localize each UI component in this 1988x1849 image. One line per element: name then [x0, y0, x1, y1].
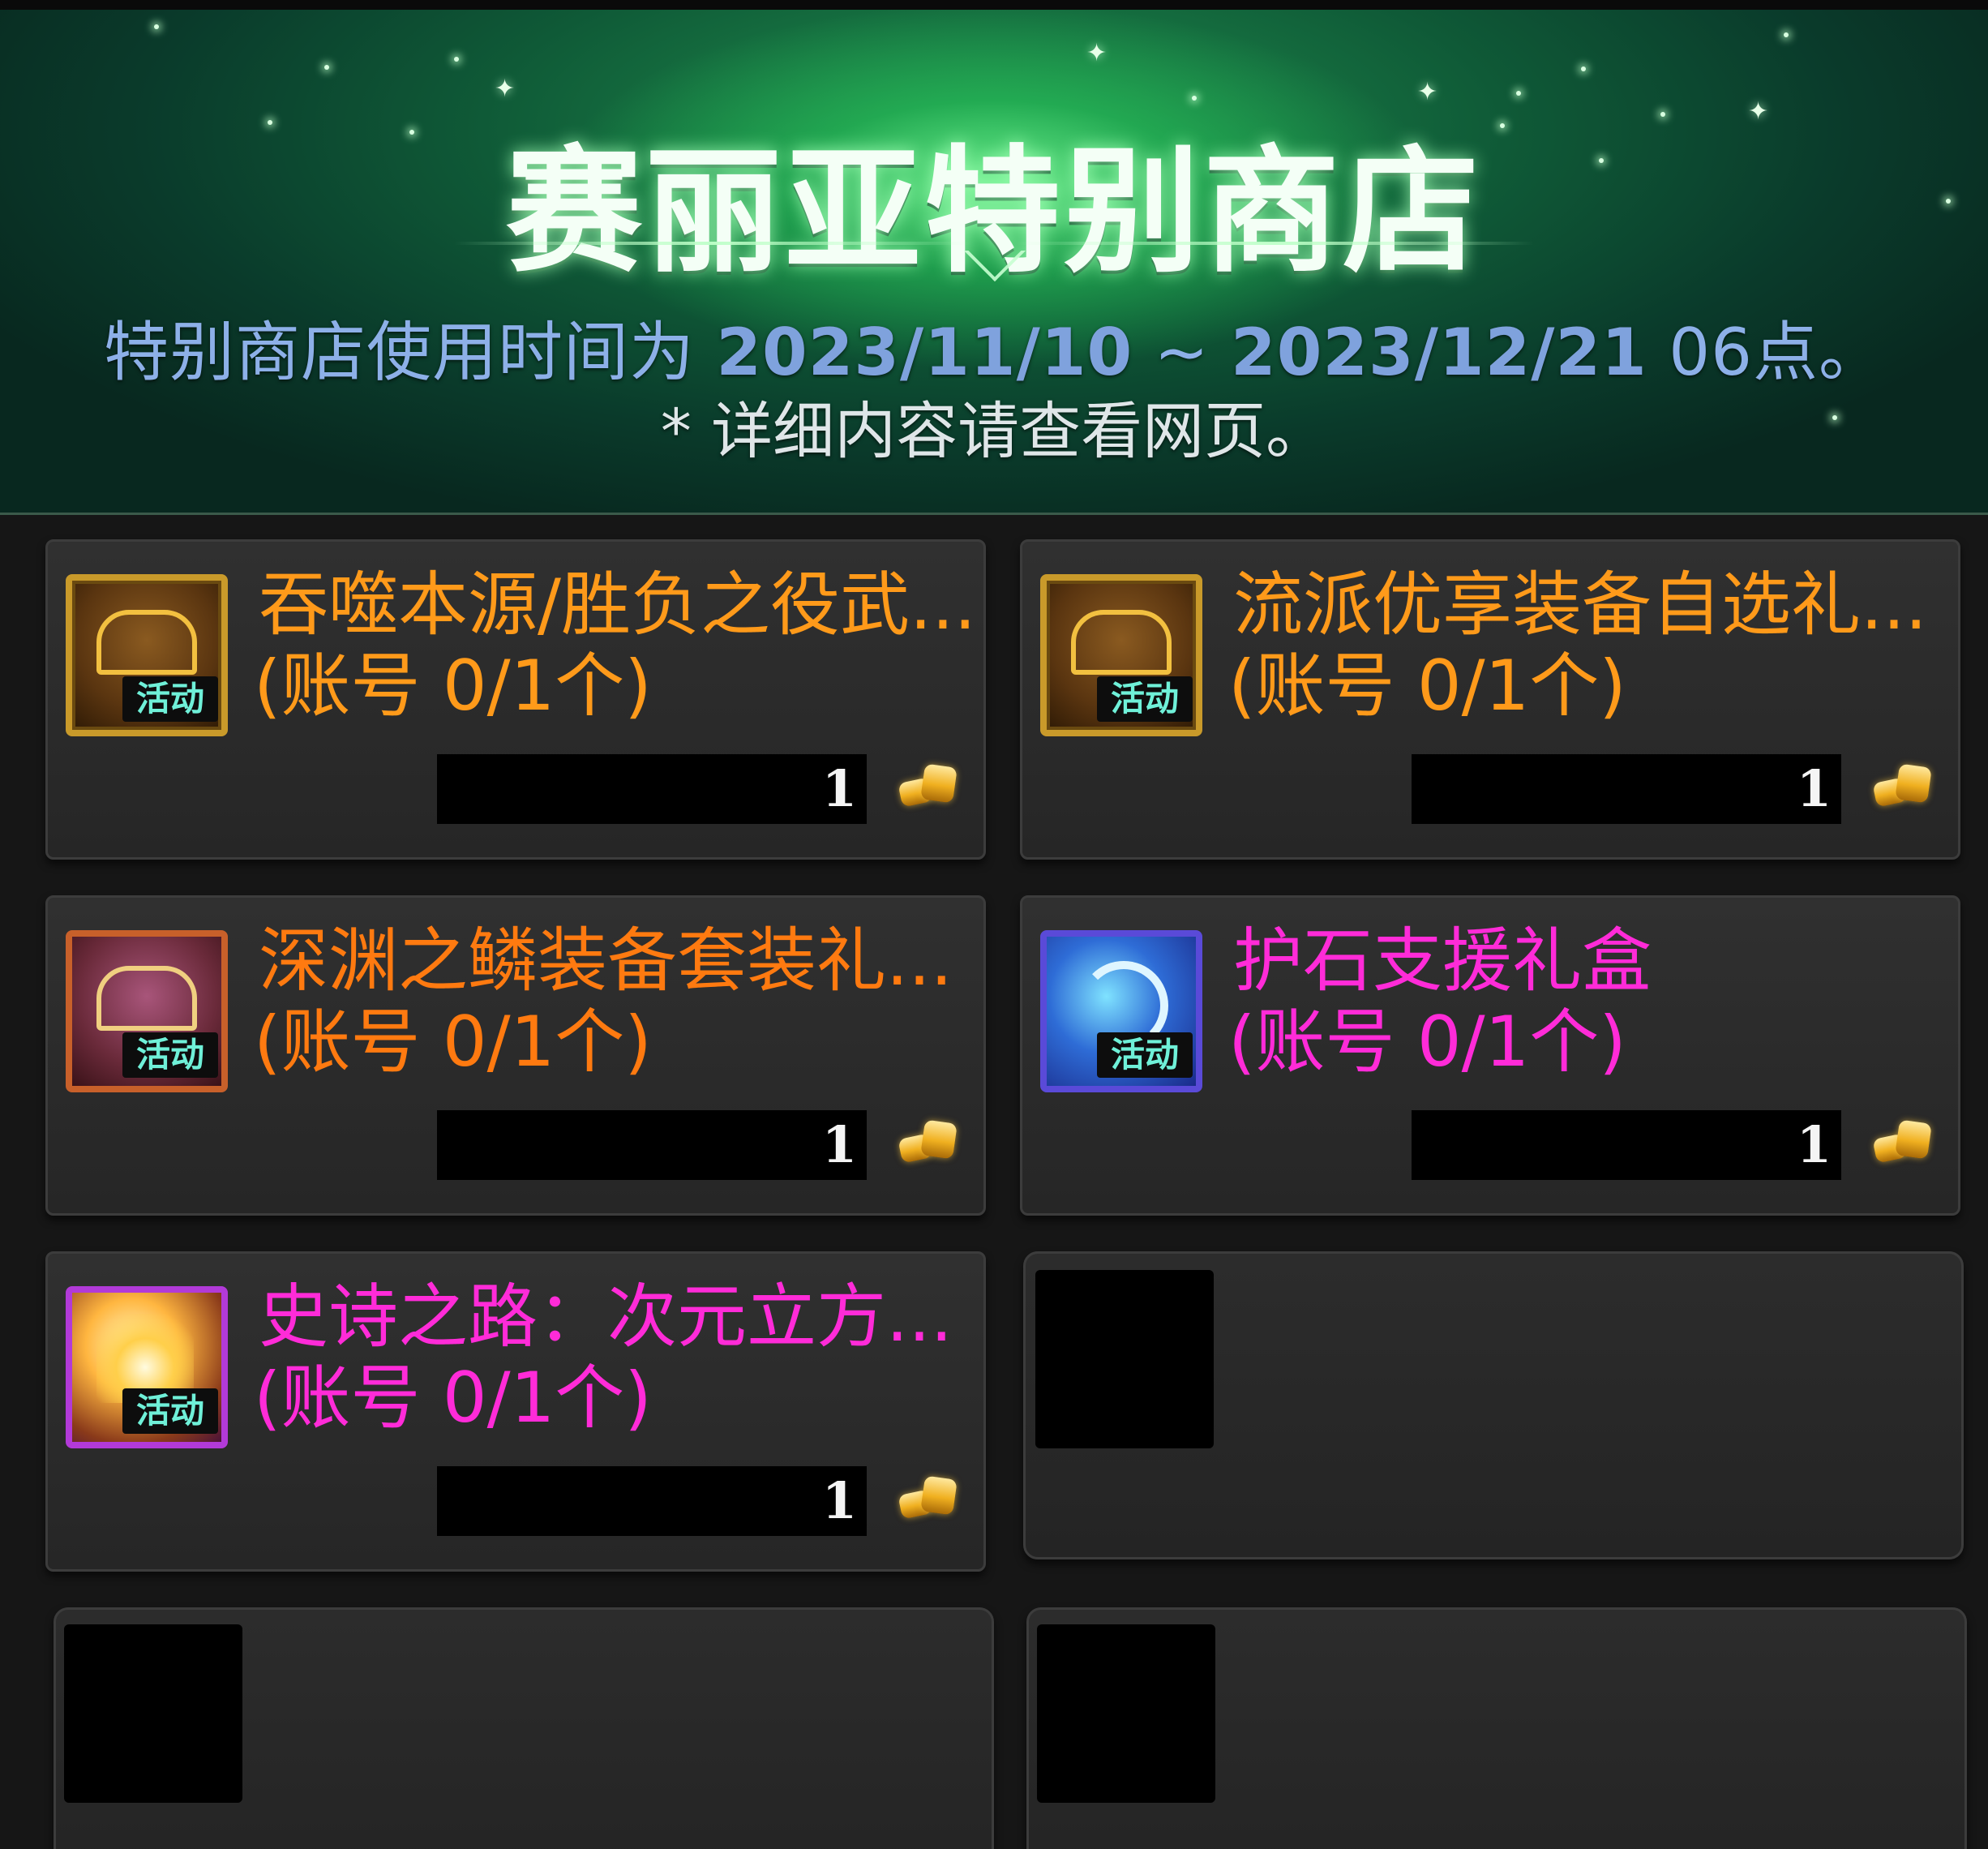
item-purchase-limit: (账号 0/1个) [1228, 1002, 1626, 1083]
blue-talisman-box-icon[interactable]: 活动 [1040, 930, 1202, 1092]
event-badge: 活动 [122, 676, 218, 722]
item-name: 流派优享装备自选礼... [1233, 564, 1928, 646]
event-badge: 活动 [1097, 1032, 1193, 1078]
shop-item-card[interactable]: 活动 深渊之鳞装备套装礼... (账号 0/1个) 1 [45, 895, 986, 1216]
quantity-field[interactable]: 1 [1412, 1110, 1841, 1180]
chest-lid-shape [96, 610, 197, 675]
item-purchase-limit: (账号 0/1个) [254, 1358, 652, 1439]
item-purchase-limit: (账号 0/1个) [1228, 646, 1626, 727]
box-ornament-shape [96, 966, 197, 1031]
special-shop-window: ✦ ✦ ✦ ✦ 赛丽亚特别商店 特别商店使用时间为 2023/11/10 ~ 2… [0, 0, 1988, 1849]
gold-treasure-chest-icon[interactable]: 活动 [66, 574, 228, 736]
gold-coin-icon [895, 1471, 960, 1528]
quantity-value: 1 [821, 759, 857, 818]
item-purchase-limit: (账号 0/1个) [254, 646, 652, 727]
sparkle-decoration [454, 57, 459, 62]
item-name: 护石支援礼盒 [1233, 920, 1652, 1002]
gold-coin-icon [895, 759, 960, 816]
item-name: 吞噬本源/胜负之役武... [259, 564, 972, 646]
sparkle-decoration [1192, 96, 1197, 101]
quantity-field[interactable]: 1 [437, 754, 867, 824]
sparkle-decoration [1581, 66, 1586, 71]
period-start-date: 2023/11/10 [716, 315, 1133, 390]
shop-header: ✦ ✦ ✦ ✦ 赛丽亚特别商店 特别商店使用时间为 2023/11/10 ~ 2… [0, 0, 1988, 515]
title-underline-right [1015, 242, 1534, 245]
quantity-value: 1 [1796, 1115, 1832, 1174]
quantity-field[interactable]: 1 [437, 1110, 867, 1180]
item-name: 史诗之路：次元立方... [259, 1276, 953, 1358]
event-badge: 活动 [122, 1388, 218, 1434]
shop-item-card[interactable]: 活动 护石支援礼盒 (账号 0/1个) 1 [1020, 895, 1960, 1216]
empty-item-slot [1035, 1270, 1214, 1448]
sparkle-decoration [324, 65, 329, 70]
header-top-edge [0, 0, 1988, 10]
event-badge: 活动 [122, 1032, 218, 1078]
empty-item-slot [64, 1624, 242, 1803]
abyss-equipment-box-icon[interactable]: 活动 [66, 930, 228, 1092]
empty-shop-slot [54, 1607, 994, 1849]
period-end-date: 2023/12/21 [1231, 315, 1647, 390]
gold-coin-icon [1870, 1115, 1934, 1172]
star-sparkle-icon: ✦ [495, 75, 516, 103]
quantity-field[interactable]: 1 [1412, 754, 1841, 824]
details-note: * 详细内容请查看网页。 [660, 395, 1328, 467]
gold-coin-icon [1870, 759, 1934, 816]
period-separator: ~ [1154, 315, 1210, 390]
sparkle-decoration [154, 24, 159, 29]
event-badge: 活动 [1097, 676, 1193, 722]
quantity-value: 1 [1796, 759, 1832, 818]
shop-item-card[interactable]: 活动 流派优享装备自选礼... (账号 0/1个) 1 [1020, 539, 1960, 860]
gold-coin-icon [895, 1115, 960, 1172]
title-underline-left [454, 242, 973, 245]
epic-dimension-cube-icon[interactable]: 活动 [66, 1286, 228, 1448]
sparkle-decoration [1784, 32, 1789, 37]
gold-treasure-chest-icon[interactable]: 活动 [1040, 574, 1202, 736]
sparkle-decoration [1516, 91, 1521, 96]
empty-shop-slot [1023, 1251, 1964, 1559]
quantity-value: 1 [821, 1115, 857, 1174]
item-name: 深渊之鳞装备套装礼... [259, 920, 953, 1002]
quantity-value: 1 [821, 1471, 857, 1530]
empty-item-slot [1037, 1624, 1215, 1803]
period-prefix: 特别商店使用时间为 [103, 315, 695, 390]
item-purchase-limit: (账号 0/1个) [254, 1002, 652, 1083]
quantity-field[interactable]: 1 [437, 1466, 867, 1536]
chest-lid-shape [1071, 610, 1172, 675]
shop-period-text: 特别商店使用时间为 2023/11/10 ~ 2023/12/21 06点。 [0, 300, 1988, 394]
shop-item-card[interactable]: 活动 史诗之路：次元立方... (账号 0/1个) 1 [45, 1251, 986, 1572]
empty-shop-slot [1026, 1607, 1967, 1849]
period-suffix: 06点。 [1669, 315, 1885, 390]
star-sparkle-icon: ✦ [1086, 39, 1108, 67]
shop-item-card[interactable]: 活动 吞噬本源/胜负之役武... (账号 0/1个) 1 [45, 539, 986, 860]
